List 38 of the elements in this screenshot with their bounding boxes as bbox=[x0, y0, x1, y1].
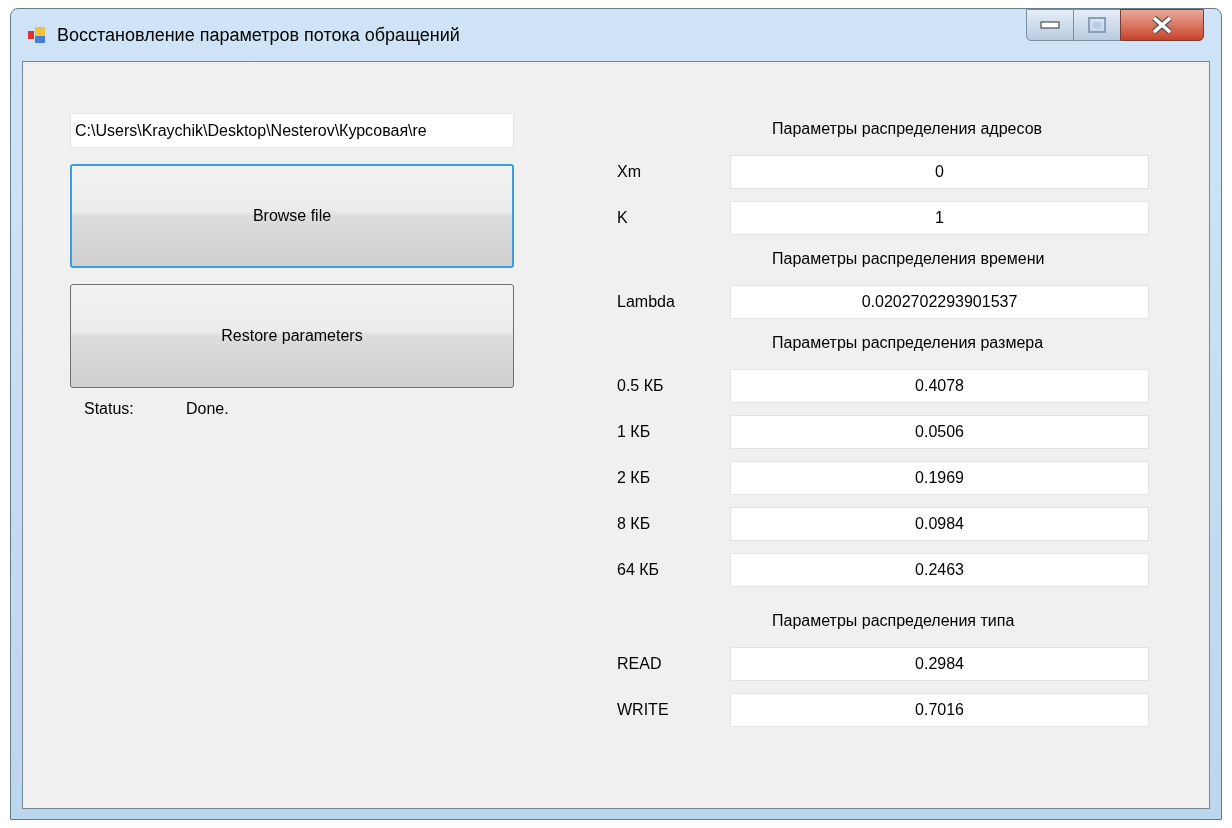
parameter-field[interactable]: 0.4078 bbox=[730, 369, 1149, 403]
path-field[interactable]: C:\Users\Kraychik\Desktop\Nesterov\Курсовая\re bbox=[70, 113, 514, 148]
minimize-icon bbox=[1040, 21, 1060, 29]
parameter-label: 64 КБ bbox=[617, 560, 661, 580]
section-heading: Параметры распределения типа bbox=[772, 611, 1015, 631]
action-button[interactable]: Restore parameters bbox=[70, 284, 514, 388]
parameter-field[interactable]: 0 bbox=[730, 155, 1149, 189]
parameter-field[interactable]: 0.2463 bbox=[730, 553, 1149, 587]
parameter-label: WRITE bbox=[617, 700, 670, 720]
section-heading: Параметры распределения адресов bbox=[772, 119, 1043, 139]
status-value: Done. bbox=[186, 399, 229, 419]
parameter-label: READ bbox=[617, 654, 663, 674]
status-label: Status: bbox=[84, 399, 135, 419]
path-text: C:\Users\Kraychik\Desktop\Nesterov\Курсовая\re bbox=[75, 120, 427, 141]
section-heading: Параметры распределения размера bbox=[772, 333, 1044, 353]
app-icon bbox=[27, 25, 47, 45]
parameter-label: 1 КБ bbox=[617, 422, 652, 442]
parameter-field[interactable]: 0.0506 bbox=[730, 415, 1149, 449]
parameter-field[interactable]: 0.0202702293901537 bbox=[730, 285, 1149, 319]
parameter-label: Xm bbox=[617, 162, 642, 182]
parameter-field[interactable]: 0.0984 bbox=[730, 507, 1149, 541]
maximize-button[interactable] bbox=[1074, 9, 1120, 41]
action-button[interactable]: Browse file bbox=[70, 164, 514, 268]
parameter-label: Lambda bbox=[617, 292, 676, 312]
parameter-label: 2 КБ bbox=[617, 468, 652, 488]
maximize-icon bbox=[1088, 17, 1106, 33]
parameter-field[interactable]: 0.7016 bbox=[730, 693, 1149, 727]
parameter-label: K bbox=[617, 208, 629, 228]
parameter-field[interactable]: 0.2984 bbox=[730, 647, 1149, 681]
parameter-field[interactable]: 1 bbox=[730, 201, 1149, 235]
close-icon bbox=[1151, 16, 1173, 34]
parameter-label: 0.5 КБ bbox=[617, 376, 665, 396]
close-button[interactable] bbox=[1120, 9, 1204, 41]
minimize-button[interactable] bbox=[1026, 9, 1074, 41]
parameter-field[interactable]: 0.1969 bbox=[730, 461, 1149, 495]
parameter-label: 8 КБ bbox=[617, 514, 652, 534]
section-heading: Параметры распределения времени bbox=[772, 249, 1045, 269]
window-title: Восстановление параметров потока обращений bbox=[57, 23, 460, 47]
